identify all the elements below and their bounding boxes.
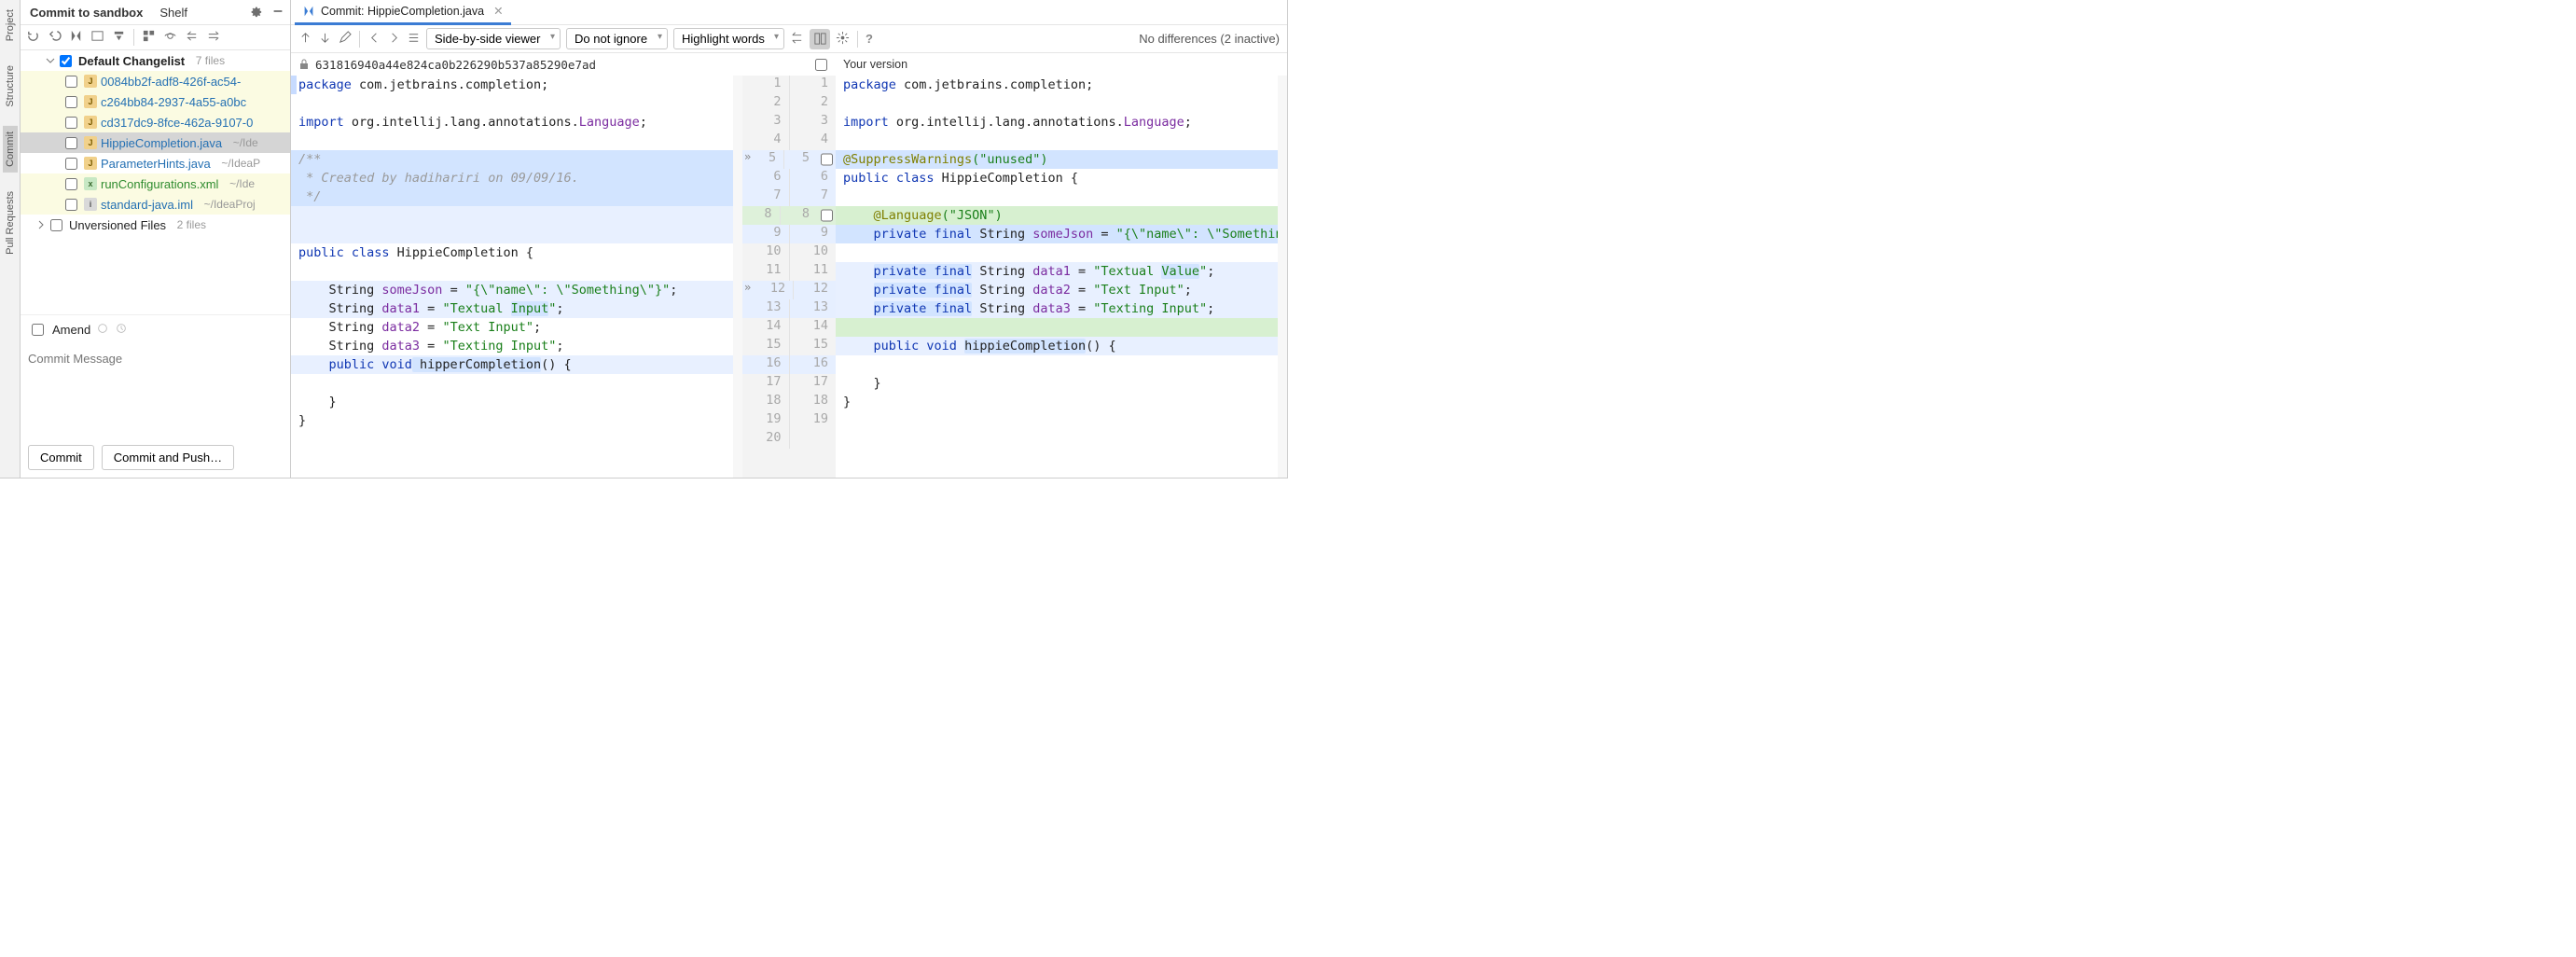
unversioned-node[interactable]: Unversioned Files 2 files bbox=[21, 215, 290, 235]
commit-button[interactable]: Commit bbox=[28, 445, 94, 470]
diff-tab-icon bbox=[302, 5, 315, 18]
include-all-checkbox[interactable] bbox=[815, 59, 827, 71]
editor-area: Commit: HippieCompletion.java ✕ Side-by-… bbox=[291, 0, 1287, 478]
expand-icon[interactable] bbox=[185, 29, 199, 46]
history-icon[interactable] bbox=[115, 322, 128, 338]
nav-back-icon[interactable] bbox=[367, 31, 381, 48]
shelve-icon[interactable] bbox=[112, 29, 126, 46]
tab-title: Commit: HippieCompletion.java bbox=[321, 5, 484, 18]
diff-icon[interactable] bbox=[69, 29, 83, 46]
file-row-selected[interactable]: JHippieCompletion.java ~/Ide bbox=[21, 132, 290, 153]
diff-left-pane[interactable]: ✔ package com.jetbrains.completion; impo… bbox=[291, 76, 742, 478]
lock-icon bbox=[298, 59, 310, 70]
changelist-icon[interactable] bbox=[90, 29, 104, 46]
revision-bar: 631816940a44e824ca0b226290b537a85290e7ad… bbox=[291, 53, 1287, 76]
list-icon[interactable] bbox=[407, 31, 421, 48]
collapse-unchanged-icon[interactable] bbox=[790, 31, 804, 48]
tab-shelf[interactable]: Shelf bbox=[156, 3, 191, 22]
unversioned-count: 2 files bbox=[177, 218, 206, 231]
edit-icon[interactable] bbox=[338, 31, 352, 48]
changelist-count: 7 files bbox=[196, 54, 225, 67]
chevron-right-icon bbox=[35, 219, 47, 230]
next-diff-icon[interactable] bbox=[318, 31, 332, 48]
highlight-select[interactable]: Highlight words bbox=[673, 28, 784, 49]
hunk-checkbox[interactable] bbox=[821, 153, 833, 166]
diff-gutter: 11 22 33 44 »55 66 77 88 99 1010 1111 »1… bbox=[742, 76, 836, 478]
file-row[interactable]: Jcd317dc9-8fce-462a-9107-0 bbox=[21, 112, 290, 132]
changelist-node[interactable]: Default Changelist 7 files bbox=[21, 50, 290, 71]
amend-label: Amend bbox=[52, 323, 90, 337]
changelist-checkbox[interactable] bbox=[60, 55, 72, 67]
minimize-icon[interactable] bbox=[271, 5, 284, 21]
unversioned-label: Unversioned Files bbox=[69, 218, 166, 232]
changelist-label: Default Changelist bbox=[78, 54, 185, 68]
commit-and-push-button[interactable]: Commit and Push… bbox=[102, 445, 234, 470]
file-row[interactable]: JParameterHints.java ~/IdeaP bbox=[21, 153, 290, 173]
gear-icon[interactable] bbox=[249, 5, 262, 21]
close-tab-icon[interactable]: ✕ bbox=[493, 4, 503, 18]
diff-status: No differences (2 inactive) bbox=[1139, 32, 1280, 46]
refresh-icon[interactable] bbox=[26, 29, 40, 46]
help-icon[interactable]: ? bbox=[866, 32, 873, 46]
nav-fwd-icon[interactable] bbox=[387, 31, 401, 48]
file-row[interactable]: J0084bb2f-adf8-426f-ac54- bbox=[21, 71, 290, 91]
group-icon[interactable] bbox=[142, 29, 156, 46]
left-tool-strip: Project Structure Commit Pull Requests bbox=[0, 0, 21, 478]
gear-icon[interactable] bbox=[96, 322, 109, 338]
changes-tree: Default Changelist 7 files J0084bb2f-adf… bbox=[21, 50, 290, 235]
commit-panel: Commit to sandbox Shelf Default Changeli… bbox=[21, 0, 291, 478]
chevron-down-icon bbox=[45, 55, 56, 66]
tool-project[interactable]: Project bbox=[3, 4, 18, 47]
rollback-icon[interactable] bbox=[48, 29, 62, 46]
prev-diff-icon[interactable] bbox=[298, 31, 312, 48]
tool-commit[interactable]: Commit bbox=[3, 126, 18, 173]
revision-hash: 631816940a44e824ca0b226290b537a85290e7ad bbox=[315, 58, 596, 72]
file-row[interactable]: Jc264bb84-2937-4a55-a0bc bbox=[21, 91, 290, 112]
sync-scroll-icon[interactable] bbox=[810, 29, 830, 49]
tool-structure[interactable]: Structure bbox=[3, 60, 18, 113]
file-row[interactable]: istandard-java.iml ~/IdeaProj bbox=[21, 194, 290, 215]
amend-checkbox[interactable] bbox=[32, 324, 44, 336]
collapse-icon[interactable] bbox=[206, 29, 220, 46]
file-row[interactable]: xrunConfigurations.xml ~/Ide bbox=[21, 173, 290, 194]
settings-icon[interactable] bbox=[836, 31, 850, 48]
tab-commit-branch[interactable]: Commit to sandbox bbox=[26, 3, 146, 22]
commit-message-input[interactable] bbox=[21, 344, 290, 438]
diff-right-pane[interactable]: ✔ package com.jetbrains.completion; impo… bbox=[836, 76, 1287, 478]
view-icon[interactable] bbox=[163, 29, 177, 46]
commit-toolbar bbox=[21, 25, 290, 50]
hunk-checkbox[interactable] bbox=[821, 209, 833, 222]
your-version-label: Your version bbox=[836, 58, 1287, 71]
diff-toolbar: Side-by-side viewer Do not ignore Highli… bbox=[291, 25, 1287, 53]
tool-pull-requests[interactable]: Pull Requests bbox=[3, 186, 18, 260]
viewer-mode-select[interactable]: Side-by-side viewer bbox=[426, 28, 561, 49]
ignore-select[interactable]: Do not ignore bbox=[566, 28, 668, 49]
unversioned-checkbox[interactable] bbox=[50, 219, 62, 231]
editor-tab[interactable]: Commit: HippieCompletion.java ✕ bbox=[295, 0, 511, 25]
